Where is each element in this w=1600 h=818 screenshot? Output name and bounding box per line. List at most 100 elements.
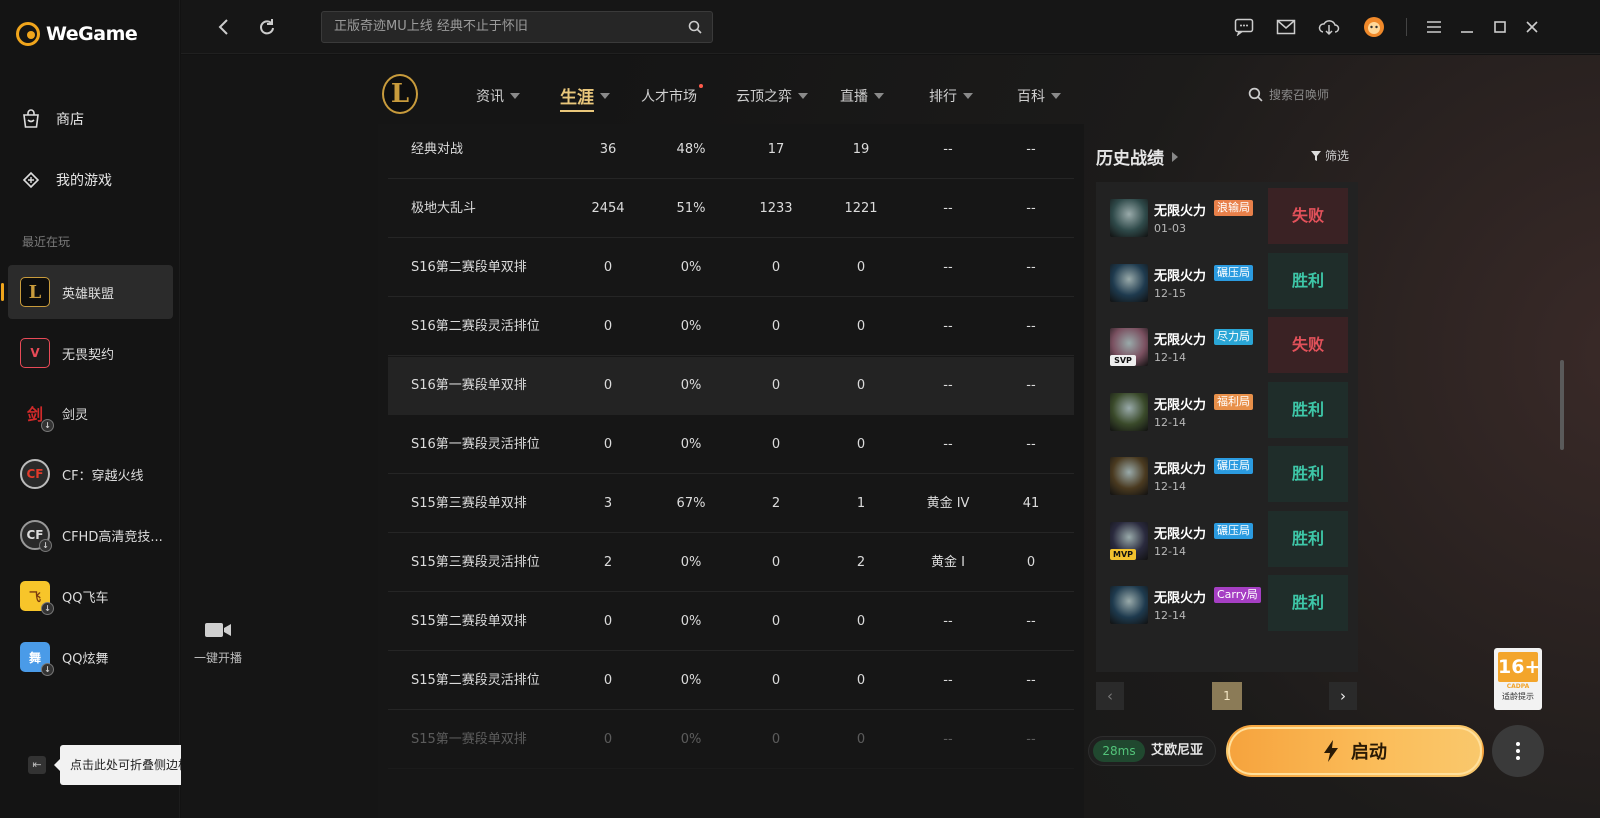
game-item-cf[interactable]: CF CF：穿越火线 <box>8 447 173 501</box>
stat-cell: 2 <box>771 496 781 511</box>
lightning-icon <box>1324 740 1338 762</box>
back-button[interactable] <box>211 14 237 40</box>
one-click-broadcast-button[interactable]: 一键开播 <box>188 620 248 666</box>
queue-name-cell: S15第二赛段灵活排位 <box>411 673 540 688</box>
queue-name-cell: S16第二赛段灵活排位 <box>411 319 540 334</box>
table-row: S15第三赛段灵活排位 2 0% 0 2 黄金 I 0 <box>388 534 1074 592</box>
tab-label: 排行 <box>929 89 957 105</box>
tab-ranking[interactable]: 排行 <box>929 86 973 106</box>
nav-shop[interactable]: 商店 <box>20 108 84 130</box>
table-row: S16第一赛段灵活排位 0 0% 0 0 -- -- <box>388 416 1074 474</box>
filter-button[interactable]: 筛选 <box>1311 147 1349 164</box>
game-item-valorant[interactable]: V 无畏契约 <box>8 326 173 380</box>
download-manager-button[interactable] <box>1316 14 1342 40</box>
queue-name-cell: S15第二赛段单双排 <box>411 614 527 629</box>
global-search-input[interactable]: 正版奇迹MU上线 经典不止于怀旧 <box>321 11 713 43</box>
refresh-button[interactable] <box>254 14 280 40</box>
nav-my-games[interactable]: 我的游戏 <box>20 169 112 191</box>
stat-cell: 0% <box>680 673 702 688</box>
close-button[interactable] <box>1519 14 1545 40</box>
tab-label: 直播 <box>840 89 868 105</box>
wegame-logo[interactable]: WeGame <box>16 22 138 46</box>
minimize-button[interactable] <box>1454 14 1480 40</box>
stat-cell: 0 <box>856 614 866 629</box>
lol-logo[interactable]: L <box>382 74 418 114</box>
tab-wiki[interactable]: 百科 <box>1017 86 1061 106</box>
match-tag: 福利局 <box>1214 393 1253 410</box>
next-page-button[interactable]: › <box>1329 682 1357 710</box>
game-item-label: 无畏契约 <box>62 347 115 363</box>
match-result: 胜利 <box>1268 446 1348 502</box>
table-row: S15第二赛段灵活排位 0 0% 0 0 -- -- <box>388 652 1074 710</box>
stat-cell: -- <box>1026 732 1036 747</box>
stat-cell: 0 <box>771 260 781 275</box>
performance-badge: MVP <box>1110 548 1136 560</box>
match-item[interactable]: 无限火力 碾压局 12-15 胜利 <box>1096 247 1358 311</box>
stat-cell: 0 <box>771 319 781 334</box>
game-item-blade-soul[interactable]: 剑 ↓ 剑灵 <box>8 386 173 440</box>
prev-page-button[interactable]: ‹ <box>1096 682 1124 710</box>
match-item[interactable]: SVP 无限火力 尽力局 12-14 失败 <box>1096 311 1358 375</box>
nav-shop-label: 商店 <box>56 112 84 128</box>
more-options-button[interactable] <box>1492 725 1544 777</box>
match-date: 01-03 <box>1154 222 1186 235</box>
tab-live[interactable]: 直播 <box>840 86 884 106</box>
tab-tft[interactable]: 云顶之弈 <box>736 86 808 106</box>
qq-dance-game-icon: 舞 ↓ <box>20 642 54 676</box>
stat-cell: -- <box>1026 260 1036 275</box>
match-history-title[interactable]: 历史战绩 <box>1096 144 1178 169</box>
stat-cell: 1233 <box>759 201 793 216</box>
game-item-label: CF：穿越火线 <box>62 468 144 484</box>
mail-button[interactable] <box>1273 14 1299 40</box>
chat-button[interactable] <box>1231 14 1257 40</box>
stat-cell: 17 <box>767 142 785 157</box>
stat-cell: 0 <box>603 673 613 688</box>
user-avatar[interactable] <box>1361 14 1387 40</box>
top-bar: 正版奇迹MU上线 经典不止于怀旧 <box>181 0 1600 54</box>
stat-cell: 黄金 I <box>931 555 965 570</box>
match-item[interactable]: MVP 无限火力 碾压局 12-14 胜利 <box>1096 505 1358 569</box>
age-rating-badge: 16+ CADPA 适龄提示 <box>1494 648 1542 710</box>
tab-label: 百科 <box>1017 89 1045 105</box>
match-result: 失败 <box>1268 317 1348 373</box>
tab-talent-market[interactable]: 人才市场 <box>641 84 703 106</box>
match-date: 12-14 <box>1154 609 1186 622</box>
tab-career[interactable]: 生涯 <box>560 83 610 112</box>
launch-button[interactable]: 启动 <box>1226 725 1484 777</box>
game-item-lol[interactable]: L 英雄联盟 <box>1 265 173 319</box>
server-selector[interactable]: 28ms 艾欧尼亚 <box>1088 736 1216 766</box>
menu-button[interactable] <box>1421 14 1447 40</box>
match-item[interactable]: 无限火力 Carry局 12-14 胜利 <box>1096 569 1358 633</box>
game-item-qq-dance[interactable]: 舞 ↓ QQ炫舞 <box>8 630 173 684</box>
match-date: 12-14 <box>1154 544 1186 558</box>
notification-dot <box>699 84 703 88</box>
match-item[interactable]: 无限火力 碾压局 12-14 胜利 <box>1096 440 1358 504</box>
match-item[interactable]: 无限火力 浪输局 01-03 失败 <box>1096 182 1358 246</box>
maximize-icon <box>1494 21 1506 33</box>
queue-name-cell: S16第一赛段灵活排位 <box>411 437 540 452</box>
scrollbar-thumb[interactable] <box>1560 360 1564 450</box>
match-item[interactable]: 无限火力 福利局 12-14 胜利 <box>1096 376 1358 440</box>
stat-cell: 0 <box>771 732 781 747</box>
qq-speed-game-icon: 飞 ↓ <box>20 581 54 615</box>
avatar-icon <box>1364 17 1384 37</box>
stat-cell: -- <box>1026 673 1036 688</box>
search-icon[interactable] <box>688 20 702 34</box>
age-hint: 适龄提示 <box>1502 692 1534 701</box>
performance-badge: SVP <box>1110 355 1136 366</box>
lol-nav-bar: L 资讯 生涯 人才市场 云顶之弈 直播 排行 百科 搜索召唤师 <box>378 70 1468 122</box>
shop-bag-icon <box>20 108 42 130</box>
game-item-qq-speed[interactable]: 飞 ↓ QQ飞车 <box>8 569 173 623</box>
collapse-sidebar-button[interactable]: ⇤ <box>28 756 46 774</box>
game-item-cfhd[interactable]: CF ↓ CFHD高清竞技... <box>8 508 173 562</box>
stat-cell: 0% <box>680 260 702 275</box>
maximize-button[interactable] <box>1487 14 1513 40</box>
queue-name-cell: S16第一赛段单双排 <box>411 378 527 393</box>
stat-cell: 51% <box>676 201 706 216</box>
page-number[interactable]: 1 <box>1212 682 1242 710</box>
match-date: 12-14 <box>1154 415 1186 429</box>
tab-news[interactable]: 资讯 <box>476 86 520 106</box>
tab-label-wrap: 人才市场 <box>641 84 703 106</box>
summoner-search[interactable]: 搜索召唤师 <box>1248 86 1329 103</box>
match-tag: 碾压局 <box>1214 522 1253 539</box>
